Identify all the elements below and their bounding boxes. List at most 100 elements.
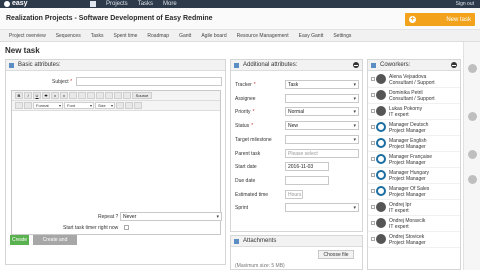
coworker-item[interactable]: Ondrej Stovicek Project Manager [368,232,460,248]
quote-icon[interactable] [24,102,32,109]
new-task-button[interactable]: + New task [405,13,475,26]
source-button[interactable]: Source [132,92,152,99]
checklist-icon[interactable] [468,175,477,184]
tab-sequences[interactable]: Sequences [51,30,86,42]
field-label-1: Assignee [235,95,256,102]
home-icon[interactable] [90,0,96,7]
field-input-0[interactable]: Task [285,80,359,89]
field-label-7: Due date [235,177,256,184]
tab-settings[interactable]: Settings [328,30,356,42]
user-icon[interactable] [468,64,477,73]
coworker-checkbox[interactable] [371,221,375,225]
indent-icon[interactable] [96,92,104,99]
tab-spent-time[interactable]: Spent time [109,30,143,42]
tab-gantt[interactable]: Gantt [174,30,196,42]
coworker-item[interactable]: Manager Of Sales Project Manager [368,184,460,200]
coworker-checkbox[interactable] [371,93,375,97]
tab-roadmap[interactable]: Roadmap [142,30,174,42]
coworker-role: Consultant / Support [389,96,435,102]
paperclip-icon [234,239,239,244]
create-button[interactable]: Create [10,235,29,245]
app-logo[interactable]: easy [0,0,28,8]
coworker-item[interactable]: Manager Hungary Project Manager [368,168,460,184]
tab-project-overview[interactable]: Project overview [4,30,51,42]
coworker-item[interactable]: Manager English Project Manager [368,136,460,152]
tab-resource-management[interactable]: Resource Management [232,30,294,42]
coworker-item[interactable]: Dominika Petril Consultant / Support [368,88,460,104]
strike-button[interactable]: S [42,92,50,99]
nav-tasks[interactable]: Tasks [138,1,153,7]
bullet-list-icon[interactable] [78,92,86,99]
format-dropdown[interactable]: Format [33,102,63,109]
coworker-checkbox[interactable] [371,109,375,113]
italic-button[interactable]: I [24,92,32,99]
outdent-icon[interactable] [87,92,95,99]
coworker-checkbox[interactable] [371,77,375,81]
table-icon[interactable] [123,92,131,99]
field-input-1[interactable] [285,93,359,103]
nav-more[interactable]: More [163,1,177,7]
superscript-button[interactable]: x [60,92,68,99]
bold-button[interactable]: B [15,92,23,99]
maximize-icon[interactable] [134,102,142,109]
link-icon[interactable] [105,92,113,99]
tab-tasks[interactable]: Tasks [86,30,109,42]
repeat-select[interactable]: Never [120,212,222,221]
lightbulb-icon[interactable] [468,150,477,159]
editor-toolbar: B I U S x x Source [12,91,220,101]
chat-icon[interactable] [468,112,477,121]
font-dropdown[interactable]: Font [64,102,94,109]
size-dropdown[interactable]: Size [95,102,115,109]
field-input-8[interactable]: Hours [285,189,303,199]
nav-projects[interactable]: Projects [106,1,128,7]
field-input-4[interactable] [285,134,359,144]
choose-file-button[interactable]: Choose file [318,250,354,259]
avatar [376,74,386,84]
coworker-item[interactable]: Alena Vejsadova Consultant / Support [368,72,460,88]
field-input-3[interactable]: New [285,121,359,131]
avatar [376,234,386,244]
field-input-6[interactable]: 2016-11-03 [285,162,329,172]
coworker-checkbox[interactable] [371,205,375,209]
coworker-role: Project Manager [389,144,426,150]
coworker-checkbox[interactable] [371,237,375,241]
code-icon[interactable] [15,102,23,109]
coworker-checkbox[interactable] [371,141,375,145]
create-continue-button[interactable]: Create and continue [33,235,77,253]
field-label-9: Sprint [235,205,249,212]
sign-out-link[interactable]: Sign out [456,0,474,8]
top-nav: Projects Tasks More [90,0,177,8]
avatar [376,122,386,132]
image-icon[interactable] [114,92,122,99]
field-input-2[interactable]: Normal [285,107,359,117]
coworker-checkbox[interactable] [371,157,375,161]
basic-attributes-panel: Basic attributes: Subject * B I U S x x … [5,59,226,265]
coworker-item[interactable]: Ondrej Moravcik IT expert [368,216,460,232]
field-label-3: Status * [235,123,254,130]
subscript-button[interactable]: x [51,92,59,99]
bg-color-icon[interactable] [125,102,133,109]
coworker-item[interactable]: Manager Deutsch Project Manager [368,120,460,136]
collapse-icon[interactable] [451,62,457,68]
field-label-5: Parent task [235,150,261,157]
coworker-checkbox[interactable] [371,125,375,129]
tab-easy-gantt[interactable]: Easy Gantt [294,30,329,42]
text-color-icon[interactable] [116,102,124,109]
field-input-7[interactable] [285,175,329,185]
collapse-icon[interactable] [353,62,359,68]
coworker-item[interactable]: Lukas Pokorny IT expert [368,104,460,120]
coworker-item[interactable]: Manager Française Project Manager [368,152,460,168]
underline-button[interactable]: U [33,92,41,99]
coworker-checkbox[interactable] [371,173,375,177]
field-input-9[interactable] [285,203,359,213]
field-input-5[interactable]: Please select [285,148,359,158]
coworker-item[interactable]: Ondrej Ipr IT expert [368,200,460,216]
coworker-checkbox[interactable] [371,189,375,193]
additional-attributes-panel: Additional attributes: Tracker* Task Assig… [230,59,363,232]
numbered-list-icon[interactable] [69,92,77,99]
subject-input[interactable] [76,77,222,86]
tab-agile-board[interactable]: Agile board [196,30,231,42]
timer-checkbox[interactable] [124,225,129,230]
attachments-header: Attachments [231,236,362,247]
field-label-8: Estimated time [235,191,269,198]
